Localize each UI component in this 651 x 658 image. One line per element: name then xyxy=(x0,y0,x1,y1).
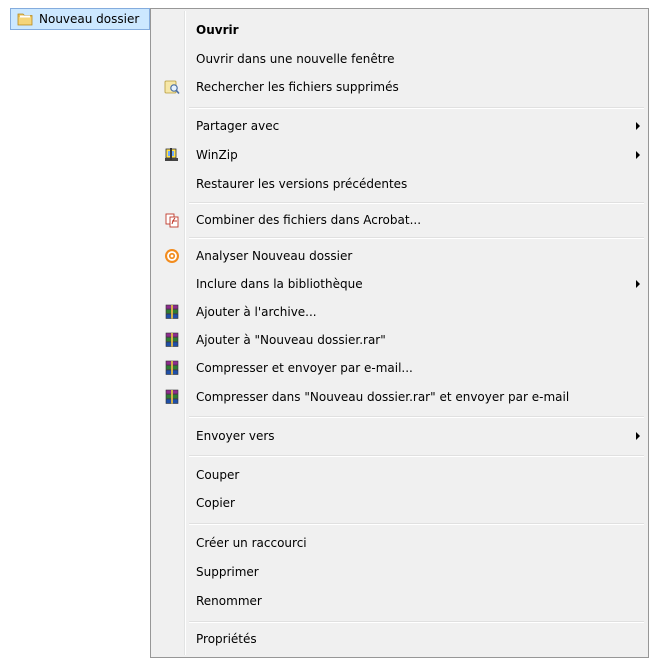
menu-item-label: Inclure dans la bibliothèque xyxy=(196,277,363,291)
menu-item-send-to[interactable]: Envoyer vers xyxy=(153,424,646,448)
menu-item-open[interactable]: Ouvrir xyxy=(153,18,646,42)
menu-item-create-shortcut[interactable]: Créer un raccourci xyxy=(153,531,646,555)
winrar-icon xyxy=(165,360,179,375)
folder-icon xyxy=(17,13,33,26)
desktop-folder-item[interactable]: Nouveau dossier xyxy=(10,8,150,30)
menu-item-acrobat-combine[interactable]: Combiner des fichiers dans Acrobat... xyxy=(153,208,646,232)
menu-item-label: WinZip xyxy=(196,148,238,162)
menu-item-rename[interactable]: Renommer xyxy=(153,589,646,613)
menu-item-add-to-archive[interactable]: Ajouter à l'archive... xyxy=(153,300,646,324)
submenu-arrow-icon xyxy=(636,280,640,288)
winrar-icon xyxy=(165,332,179,347)
winrar-icon xyxy=(165,389,179,404)
menu-item-label: Compresser dans "Nouveau dossier.rar" et… xyxy=(196,390,570,404)
menu-item-label: Ajouter à "Nouveau dossier.rar" xyxy=(196,333,386,347)
menu-item-open-new-window[interactable]: Ouvrir dans une nouvelle fenêtre xyxy=(153,47,646,71)
menu-separator xyxy=(189,237,644,239)
menu-item-label: Ouvrir xyxy=(196,23,239,37)
menu-item-label: Supprimer xyxy=(196,565,259,579)
menu-item-cut[interactable]: Couper xyxy=(153,463,646,487)
menu-item-delete[interactable]: Supprimer xyxy=(153,560,646,584)
menu-item-include-library[interactable]: Inclure dans la bibliothèque xyxy=(153,272,646,296)
acrobat-icon xyxy=(165,213,179,228)
menu-separator xyxy=(189,523,644,525)
submenu-arrow-icon xyxy=(636,432,640,440)
menu-item-label: Analyser Nouveau dossier xyxy=(196,249,353,263)
winzip-icon xyxy=(165,148,178,161)
menu-item-label: Envoyer vers xyxy=(196,429,275,443)
menu-item-compress-email[interactable]: Compresser et envoyer par e-mail... xyxy=(153,356,646,380)
menu-item-label: Partager avec xyxy=(196,119,280,133)
winrar-icon xyxy=(165,304,179,319)
menu-item-restore-versions[interactable]: Restaurer les versions précédentes xyxy=(153,172,646,196)
menu-item-winzip[interactable]: WinZip xyxy=(153,143,646,167)
submenu-arrow-icon xyxy=(636,122,640,130)
submenu-arrow-icon xyxy=(636,151,640,159)
menu-separator xyxy=(189,202,644,204)
menu-item-label: Combiner des fichiers dans Acrobat... xyxy=(196,213,422,227)
search-deleted-files-icon xyxy=(164,80,180,95)
context-menu: Ouvrir Ouvrir dans une nouvelle fenêtre … xyxy=(150,8,649,658)
avast-icon xyxy=(165,249,179,263)
menu-separator xyxy=(189,416,644,418)
menu-item-label: Créer un raccourci xyxy=(196,536,307,550)
menu-item-label: Renommer xyxy=(196,594,262,608)
menu-item-label: Ajouter à l'archive... xyxy=(196,305,317,319)
menu-item-label: Rechercher les fichiers supprimés xyxy=(196,80,399,94)
menu-separator xyxy=(189,455,644,457)
menu-item-copy[interactable]: Copier xyxy=(153,491,646,515)
menu-item-properties[interactable]: Propriétés xyxy=(153,627,646,651)
menu-item-share-with[interactable]: Partager avec xyxy=(153,114,646,138)
menu-item-label: Restaurer les versions précédentes xyxy=(196,177,408,191)
menu-separator xyxy=(189,621,644,623)
menu-item-label: Couper xyxy=(196,468,240,482)
menu-item-label: Compresser et envoyer par e-mail... xyxy=(196,361,413,375)
menu-item-search-deleted[interactable]: Rechercher les fichiers supprimés xyxy=(153,75,646,99)
menu-item-add-to-rar[interactable]: Ajouter à "Nouveau dossier.rar" xyxy=(153,328,646,352)
folder-label: Nouveau dossier xyxy=(39,12,140,26)
menu-item-scan-folder[interactable]: Analyser Nouveau dossier xyxy=(153,244,646,268)
menu-item-label: Ouvrir dans une nouvelle fenêtre xyxy=(196,52,395,66)
menu-item-compress-rar-email[interactable]: Compresser dans "Nouveau dossier.rar" et… xyxy=(153,385,646,409)
menu-item-label: Propriétés xyxy=(196,632,257,646)
menu-item-label: Copier xyxy=(196,496,235,510)
menu-separator xyxy=(189,107,644,109)
